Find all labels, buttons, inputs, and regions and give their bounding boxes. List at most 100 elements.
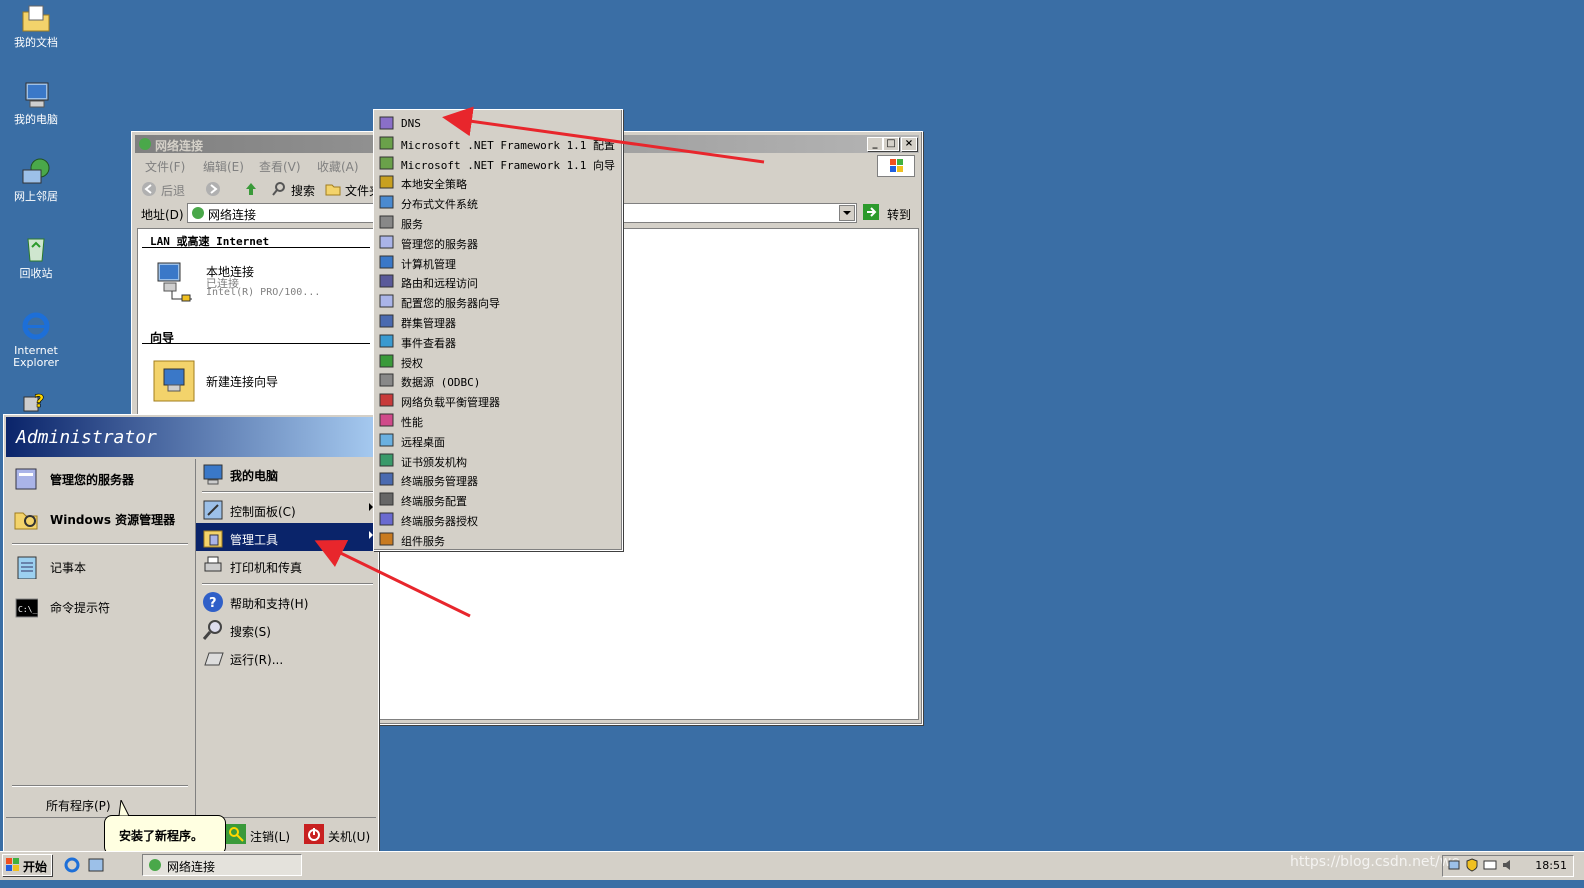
admin-tool-label: 配置您的服务器向导 (401, 297, 500, 311)
start-item-manage-server[interactable]: 管理您的服务器 (6, 463, 192, 491)
svg-text:?: ? (34, 391, 44, 412)
start-item-help[interactable]: ? 帮助和支持(H) (196, 587, 377, 615)
admin-tool-label: Microsoft .NET Framework 1.1 向导 (401, 158, 616, 172)
admin-tool-item[interactable]: Microsoft .NET Framework 1.1 向导 (376, 152, 620, 172)
admin-tool-item[interactable]: 本地安全策略 (376, 171, 620, 191)
admin-tool-item[interactable]: 管理您的服务器 (376, 231, 620, 251)
admin-tool-item[interactable]: 计算机管理 (376, 251, 620, 271)
admin-tool-item[interactable]: 终端服务配置 (376, 488, 620, 508)
network-tray-icon[interactable] (1447, 858, 1461, 872)
desktop-icon-my-computer[interactable]: 我的电脑 (4, 79, 68, 126)
start-menu-left-pane: 管理您的服务器 Windows 资源管理器 记事本 C:\_ 命令提示符 所有程… (6, 459, 192, 815)
admin-tool-item[interactable]: 终端服务器授权 (376, 508, 620, 528)
start-item-printers[interactable]: 打印机和传真 (196, 551, 377, 579)
desktop-icon-recycle-bin[interactable]: 回收站 (4, 233, 68, 280)
key-icon (226, 824, 246, 844)
input-method-icon[interactable] (1483, 858, 1497, 872)
admin-tool-item[interactable]: 配置您的服务器向导 (376, 290, 620, 310)
desktop-icon-label: 我的电脑 (14, 113, 58, 126)
start-item-notepad[interactable]: 记事本 (6, 551, 192, 579)
desktop-icon-label: 我的文档 (14, 36, 58, 49)
admin-tool-label: 群集管理器 (401, 317, 456, 330)
run-icon (204, 652, 224, 666)
shutdown-button[interactable]: 关机(U) (304, 824, 374, 846)
desktop-icon-network[interactable]: 网上邻居 (4, 156, 68, 203)
desktop-icon-label: Internet Explorer (13, 344, 59, 369)
start-item-search[interactable]: 搜索(S) (196, 615, 377, 643)
admin-tool-item[interactable]: 组件服务 (376, 528, 620, 548)
start-button[interactable]: 开始 (2, 854, 52, 876)
start-item-command-prompt[interactable]: C:\_ 命令提示符 (6, 591, 192, 619)
admin-tool-icon (379, 116, 394, 130)
menu-view[interactable]: 查看(V) (259, 158, 301, 175)
new-connection-wizard-item[interactable]: 新建连接向导 (150, 357, 370, 407)
admin-tool-label: DNS (401, 117, 421, 130)
admin-tool-item[interactable]: 服务 (376, 211, 620, 231)
admin-tool-item[interactable]: 网络负载平衡管理器 (376, 389, 620, 409)
admin-tool-item[interactable]: 事件查看器 (376, 330, 620, 350)
back-button[interactable]: 后退 (161, 182, 185, 199)
taskbar: 开始 网络连接 https://blog.csdn.net/we 18:51 (0, 851, 1584, 880)
admin-tool-item[interactable]: 分布式文件系统 (376, 191, 620, 211)
admin-tool-icon (379, 354, 394, 368)
admin-tool-item[interactable]: 性能 (376, 409, 620, 429)
address-dropdown-button[interactable] (839, 205, 855, 221)
start-item-run[interactable]: 运行(R)... (196, 643, 377, 671)
desktop-icon-ie[interactable]: Internet Explorer (4, 310, 68, 369)
search-button[interactable]: 搜索 (291, 182, 315, 199)
admin-tool-label: 授权 (401, 356, 423, 370)
start-item-my-computer[interactable]: 我的电脑 (196, 459, 377, 487)
desktop-icon-label: 回收站 (19, 267, 53, 280)
tooltip-pointer-icon (118, 800, 130, 816)
admin-tool-item[interactable]: 授权 (376, 350, 620, 370)
go-button[interactable]: 转到 (863, 203, 915, 222)
shield-icon[interactable] (1465, 858, 1479, 872)
admin-tool-label: 管理您的服务器 (401, 237, 478, 251)
menu-favorites[interactable]: 收藏(A) (317, 158, 359, 175)
search-icon (272, 182, 285, 196)
admin-tool-item[interactable]: 终端服务管理器 (376, 468, 620, 488)
menu-edit[interactable]: 编辑(E) (203, 158, 244, 175)
local-connection-item[interactable]: 本地连接 已连接 Intel(R) PRO/100... (150, 257, 370, 307)
windows-logo-icon (6, 858, 19, 871)
close-button[interactable]: × (901, 137, 917, 151)
desktop-quicklaunch-icon[interactable] (88, 857, 104, 873)
start-item-control-panel[interactable]: 控制面板(C) (196, 495, 377, 523)
admin-tool-item[interactable]: 群集管理器 (376, 310, 620, 330)
chevron-down-icon (843, 211, 851, 215)
minimize-button[interactable]: _ (867, 137, 883, 151)
admin-tools-submenu: DNS Microsoft .NET Framework 1.1 配置 Micros… (373, 109, 623, 551)
admin-tool-item[interactable]: 证书颁发机构 (376, 449, 620, 469)
desktop-icon-my-documents[interactable]: 我的文档 (4, 2, 68, 49)
start-menu-header: Administrator (6, 417, 376, 457)
help-icon: ? (203, 592, 223, 612)
watermark-text: https://blog.csdn.net/we (1290, 854, 1460, 870)
menu-file[interactable]: 文件(F) (145, 158, 185, 175)
admin-tool-item[interactable]: 路由和远程访问 (376, 270, 620, 290)
logoff-button[interactable]: 注销(L) (226, 824, 296, 846)
ie-quicklaunch-icon[interactable] (64, 857, 80, 873)
back-arrow-icon[interactable] (141, 181, 157, 197)
admin-tool-icon (379, 453, 394, 467)
wizard-icon (153, 360, 195, 402)
admin-tool-label: 服务 (401, 218, 423, 231)
help-question-icon[interactable]: ? (22, 389, 48, 413)
admin-tool-icon (379, 175, 394, 189)
volume-icon[interactable] (1501, 858, 1515, 872)
admin-tool-item[interactable]: 远程桌面 (376, 429, 620, 449)
maximize-button[interactable]: □ (883, 137, 899, 151)
network-globe-icon (20, 156, 52, 188)
svg-text:C:\_: C:\_ (18, 605, 37, 614)
forward-arrow-icon[interactable] (205, 181, 221, 197)
admin-tool-label: 分布式文件系统 (401, 198, 478, 212)
admin-tool-item[interactable]: DNS (376, 112, 620, 132)
admin-tool-item[interactable]: 数据源 (ODBC) (376, 369, 620, 389)
admin-tool-icon (379, 255, 394, 269)
start-item-admin-tools[interactable]: 管理工具 (196, 523, 377, 551)
explorer-folder-icon (14, 512, 38, 530)
up-folder-icon[interactable] (243, 181, 259, 197)
taskbar-task-network[interactable]: 网络连接 (142, 854, 302, 876)
admin-tool-item[interactable]: Microsoft .NET Framework 1.1 配置 (376, 132, 620, 152)
admin-tool-label: 事件查看器 (401, 336, 456, 350)
start-item-explorer[interactable]: Windows 资源管理器 (6, 503, 192, 531)
